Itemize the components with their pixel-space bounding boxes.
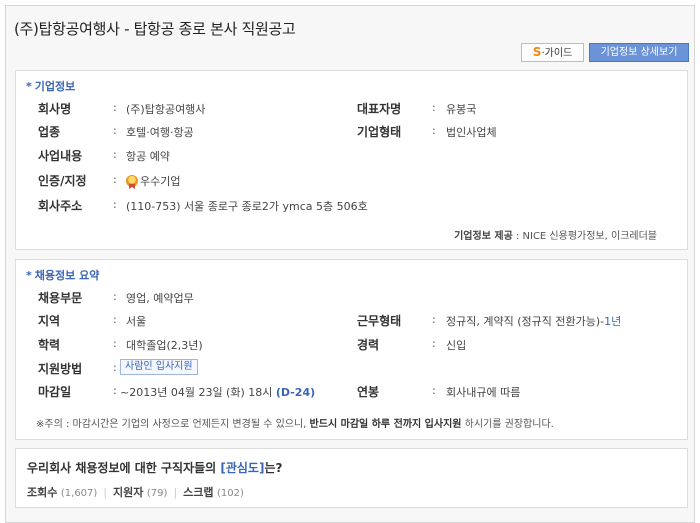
- work-type-value: 정규직, 계약직 (정규직 전환가능)-1년: [446, 315, 622, 328]
- s-guide-button[interactable]: S·가이드: [521, 43, 584, 62]
- address-value: (110-753) 서울 종로구 종로2가 ymca 5층 506호: [126, 200, 368, 213]
- company-name-label: 회사명: [38, 102, 72, 116]
- deadline-label: 마감일: [38, 385, 72, 399]
- s-guide-label: ·가이드: [541, 48, 573, 59]
- region-label: 지역: [38, 314, 61, 328]
- ceo-value: 유봉국: [446, 103, 477, 116]
- star-icon: *: [26, 80, 32, 93]
- company-info-panel: * 기업정보 회사명 : (주)탑항공여행사 대표자명 : 유봉국 업종 : 호텔…: [15, 70, 688, 250]
- saramin-apply-button[interactable]: 사람인 입사지원: [120, 359, 198, 375]
- industry-label: 업종: [38, 125, 61, 139]
- deadline-notice: ※주의 : 마감시간은 기업의 사정으로 언제든지 변경될 수 있으니, 반드시…: [36, 419, 554, 430]
- dept-label: 채용부문: [38, 291, 83, 305]
- salary-value: 회사내규에 따름: [446, 386, 521, 399]
- page-title: (주)탑항공여행사 - 탑항공 종로 본사 직원공고: [14, 20, 296, 38]
- apply-method-value: 사람인 입사지원: [120, 359, 198, 375]
- views-stat: 조회수 (1,607): [27, 486, 98, 499]
- interest-question: 우리회사 채용정보에 대한 구직자들의 [관심도]는?: [27, 461, 283, 475]
- region-value: 서울: [126, 315, 147, 328]
- interest-stats: 조회수 (1,607) | 지원자 (79) | 스크랩 (102): [27, 486, 244, 499]
- star-icon: *: [26, 269, 32, 282]
- scraps-stat: 스크랩 (102): [183, 486, 244, 499]
- company-type-label: 기업형태: [357, 125, 402, 139]
- education-value: 대학졸업(2,3년): [126, 339, 203, 352]
- applicants-stat: 지원자 (79): [113, 486, 168, 499]
- career-label: 경력: [357, 338, 380, 352]
- recruit-summary-panel: * 채용정보 요약 채용부문 : 영업, 예약업무 지역 : 서울 근무형태 : …: [15, 259, 688, 440]
- company-type-value: 법인사업체: [446, 126, 497, 139]
- apply-method-label: 지원방법: [38, 362, 83, 376]
- company-section-title: * 기업정보: [26, 80, 76, 93]
- address-label: 회사주소: [38, 199, 83, 213]
- ceo-label: 대표자명: [357, 102, 402, 116]
- industry-value: 호텔·여행·항공: [126, 126, 194, 139]
- salary-label: 연봉: [357, 385, 380, 399]
- company-name-value: (주)탑항공여행사: [126, 103, 206, 116]
- info-provider: 기업정보 제공 : NICE 신용평가정보, 이크레더블: [454, 231, 657, 242]
- award-medal-icon: [126, 175, 138, 187]
- business-label: 사업내용: [38, 149, 83, 163]
- deadline-value: ~2013년 04월 23일 (화) 18시 (D-24): [120, 386, 316, 399]
- interest-panel: 우리회사 채용정보에 대한 구직자들의 [관심도]는? 조회수 (1,607) |…: [15, 448, 688, 508]
- company-detail-button[interactable]: 기업정보 상세보기: [589, 43, 689, 62]
- work-type-label: 근무형태: [357, 314, 402, 328]
- dept-value: 영업, 예약업무: [126, 292, 194, 305]
- career-value: 신입: [446, 339, 467, 352]
- d-day-badge: (D-24): [275, 386, 316, 399]
- recruit-section-title: * 채용정보 요약: [26, 269, 100, 282]
- business-value: 항공 예약: [126, 150, 170, 163]
- certification-value: 우수기업: [126, 173, 180, 189]
- education-label: 학력: [38, 338, 61, 352]
- certification-label: 인증/지정: [38, 174, 87, 188]
